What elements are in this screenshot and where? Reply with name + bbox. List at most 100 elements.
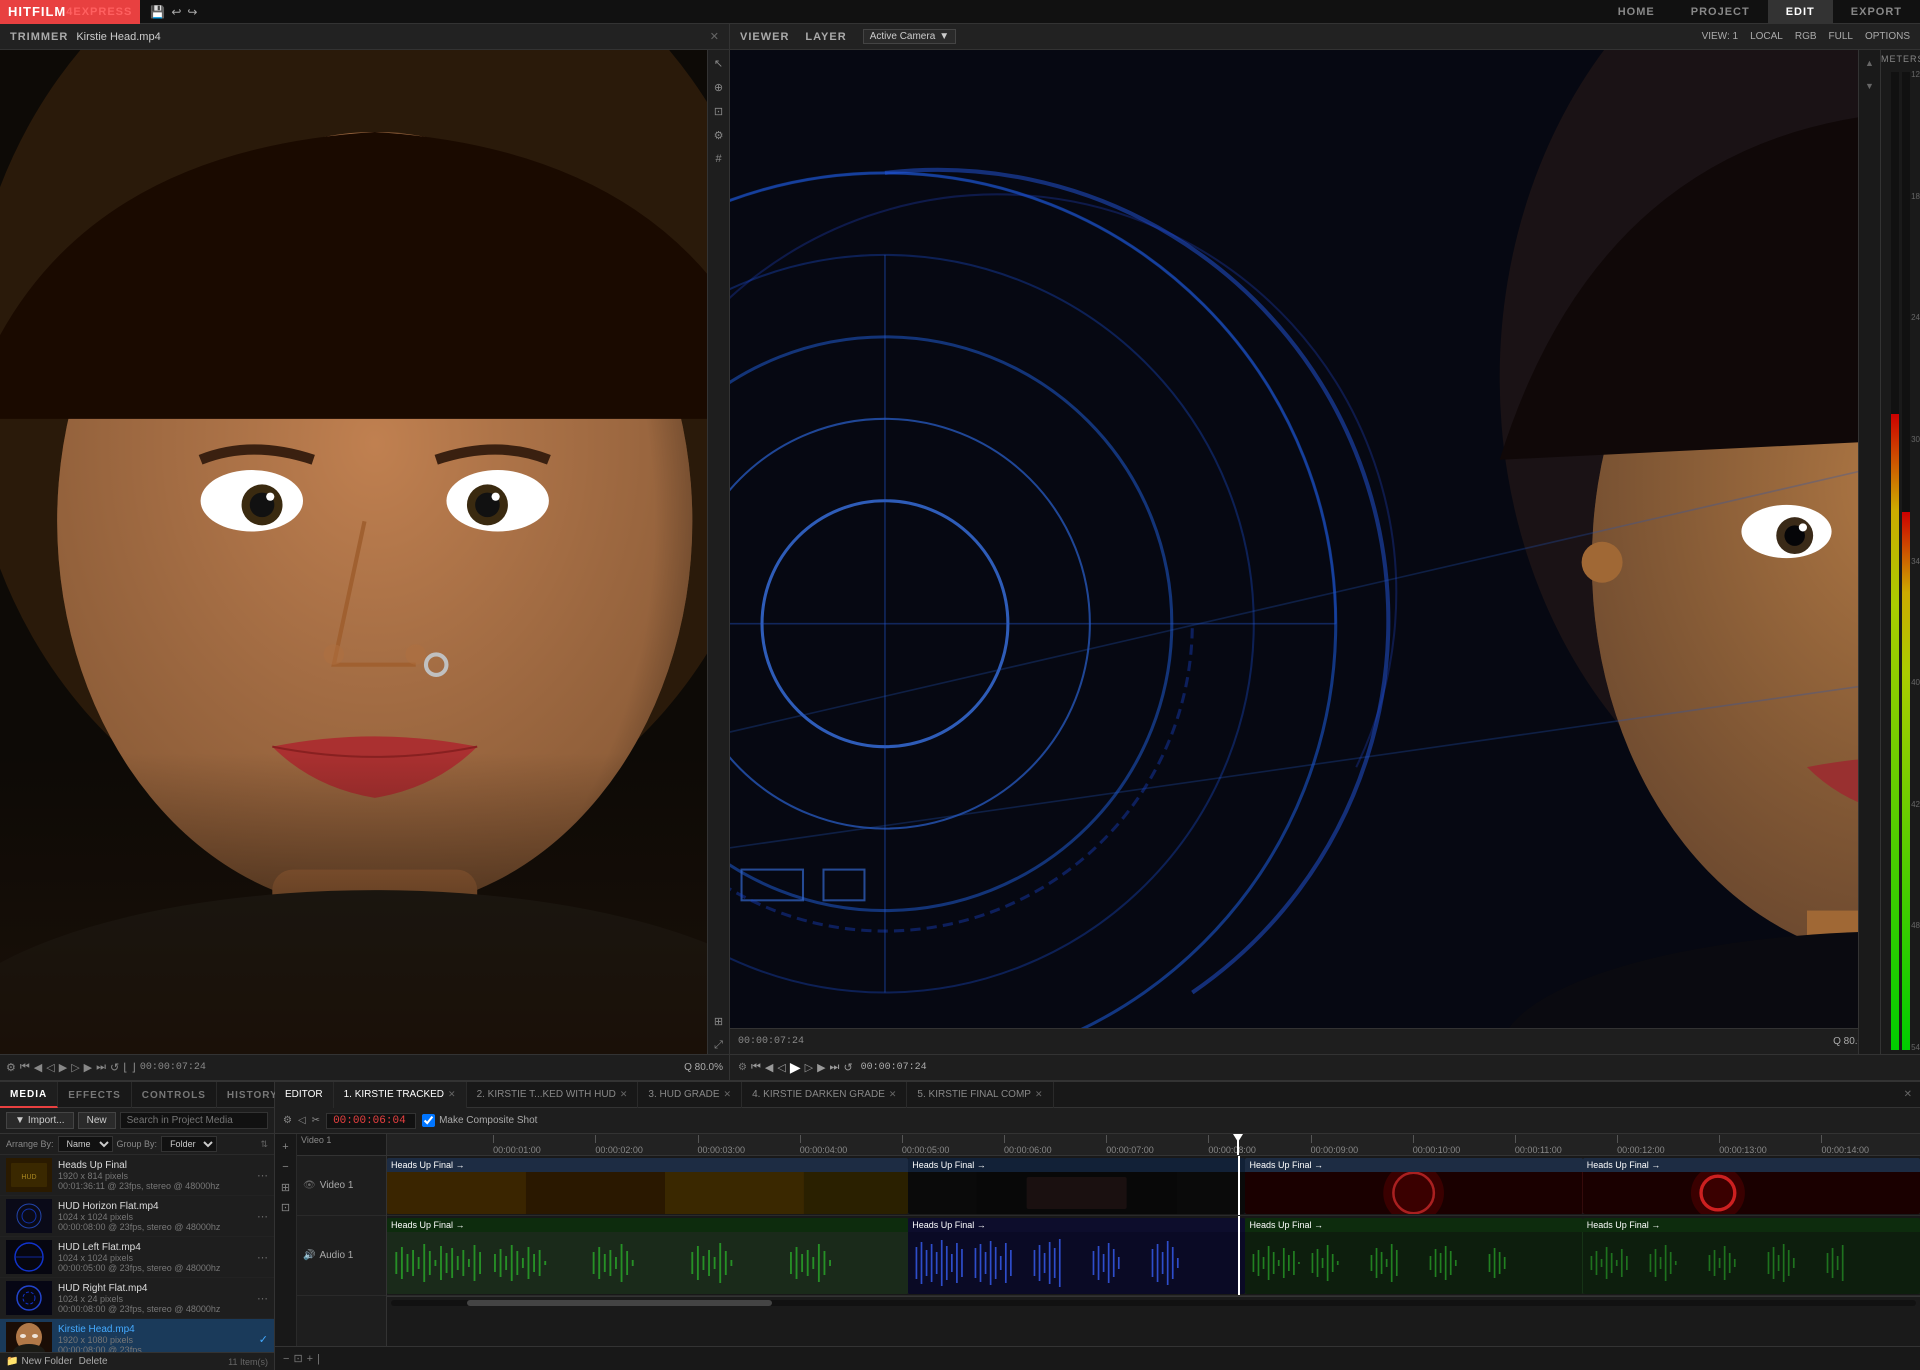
play-back-icon[interactable]: ⏮ <box>20 1061 30 1074</box>
new-folder-button[interactable]: 📁 New Folder <box>6 1356 73 1367</box>
tab5-close-icon[interactable]: ✕ <box>1035 1089 1043 1100</box>
editor-timecode-input[interactable] <box>326 1113 416 1129</box>
mode-option[interactable]: RGB <box>1795 31 1817 42</box>
video-mute-icon[interactable]: 👁 <box>303 1180 316 1191</box>
audio-clip-1[interactable]: Heads Up Final → <box>387 1218 908 1294</box>
arrange-by-select[interactable]: Name <box>58 1136 113 1152</box>
timeline-horizontal-scrollbar[interactable] <box>387 1296 1920 1308</box>
transform-tool-icon[interactable]: ⊕ <box>710 78 728 96</box>
size-option[interactable]: FULL <box>1829 31 1853 42</box>
redo-icon[interactable]: ↪ <box>187 5 197 19</box>
viewer-options-icon[interactable]: ⚙ <box>738 1062 747 1073</box>
nav-edit[interactable]: EDIT <box>1768 0 1833 24</box>
timeline-scroll-area[interactable]: 00:00:01:00 00:00:02:00 00:00:03:00 <box>387 1134 1920 1346</box>
scroll-thumb[interactable] <box>467 1300 772 1306</box>
viewer-play-back-icon[interactable]: ⏮ <box>751 1061 761 1074</box>
prev-icon[interactable]: ◁ <box>46 1061 54 1074</box>
media-item-options-icon[interactable]: ⋯ <box>257 1292 268 1305</box>
mark-in-icon[interactable]: ⌊ <box>123 1061 127 1074</box>
viewer-ctrl-2[interactable]: ▼ <box>1861 77 1879 95</box>
editor-tab-editor[interactable]: EDITOR <box>275 1082 334 1108</box>
viewer-loop-icon[interactable]: ↺ <box>843 1061 852 1074</box>
viewer-ctrl-1[interactable]: ▲ <box>1861 54 1879 72</box>
layer-tab-title[interactable]: LAYER <box>805 31 846 43</box>
nav-home[interactable]: HOME <box>1600 0 1673 24</box>
viewer-next-icon[interactable]: ▷ <box>805 1061 813 1074</box>
sidebar-remove-track[interactable]: − <box>277 1158 295 1176</box>
audio-clip-4[interactable]: Heads Up Final → <box>1583 1218 1920 1294</box>
tl-mark-icon[interactable]: | <box>317 1353 320 1365</box>
editor-tab-3[interactable]: 3. HUD GRADE ✕ <box>638 1082 742 1108</box>
audio-clip-3[interactable]: Heads Up Final → <box>1245 1218 1582 1294</box>
transport-options-icon[interactable]: ⚙ <box>283 1115 292 1126</box>
razor-icon[interactable]: ✂ <box>312 1115 320 1126</box>
tab-effects[interactable]: EFFECTS <box>58 1082 132 1108</box>
sidebar-snap[interactable]: ⊞ <box>277 1178 295 1196</box>
delete-button[interactable]: Delete <box>79 1356 108 1367</box>
sidebar-link[interactable]: ⊡ <box>277 1198 295 1216</box>
tl-fit-icon[interactable]: ⊡ <box>293 1352 302 1365</box>
settings-tool-icon[interactable]: ⚙ <box>710 126 728 144</box>
editor-panel-close[interactable]: ✕ <box>1904 1089 1912 1100</box>
composite-checkbox[interactable] <box>422 1114 435 1127</box>
media-item[interactable]: HUD Heads Up Final 1920 x 814 pixels 00:… <box>0 1155 274 1196</box>
viewer-frame-fwd-icon[interactable]: ▶ <box>817 1061 825 1074</box>
nav-export[interactable]: EXPORT <box>1833 0 1920 24</box>
tab3-close-icon[interactable]: ✕ <box>724 1089 732 1100</box>
viewer-play-end-icon[interactable]: ⏭ <box>830 1061 840 1074</box>
viewer-play-icon[interactable]: ▶ <box>790 1059 801 1076</box>
nav-project[interactable]: PROJECT <box>1673 0 1768 24</box>
grid-tool-icon[interactable]: # <box>710 150 728 168</box>
editor-tab-5[interactable]: 5. KIRSTIE FINAL COMP ✕ <box>907 1082 1053 1108</box>
options-icon[interactable]: ⚙ <box>6 1061 16 1074</box>
media-item[interactable]: Kirstie Head.mp4 1920 x 1080 pixels 00:0… <box>0 1319 274 1352</box>
media-item-select-icon[interactable]: ✓ <box>259 1333 268 1346</box>
trimmer-close-icon[interactable]: ✕ <box>710 30 719 43</box>
tab2-close-icon[interactable]: ✕ <box>620 1089 628 1100</box>
sidebar-add-track[interactable]: + <box>277 1138 295 1156</box>
new-button[interactable]: New <box>78 1112 116 1129</box>
audio-clip-2[interactable]: Heads Up Final → <box>908 1218 1245 1294</box>
save-icon[interactable]: 💾 <box>150 5 165 19</box>
import-button[interactable]: ▼ Import... <box>6 1112 74 1129</box>
view-option[interactable]: VIEW: 1 <box>1702 31 1739 42</box>
ripple-icon[interactable]: ◁ <box>298 1115 306 1126</box>
media-item-options-icon[interactable]: ⋯ <box>257 1251 268 1264</box>
media-item-options-icon[interactable]: ⋯ <box>257 1169 268 1182</box>
pointer-tool-icon[interactable]: ↖ <box>710 54 728 72</box>
audio-mute-icon[interactable]: 🔊 <box>303 1250 315 1261</box>
fit-tool-icon[interactable]: ⊞ <box>710 1012 728 1030</box>
viewer-tab-title[interactable]: VIEWER <box>740 31 789 43</box>
video-clip-4[interactable]: Heads Up Final → <box>1583 1158 1920 1214</box>
play-icon[interactable]: ▶ <box>59 1061 67 1074</box>
media-item[interactable]: HUD Horizon Flat.mp4 1024 x 1024 pixels … <box>0 1196 274 1237</box>
video-clip-2[interactable]: Heads Up Final → <box>908 1158 1245 1214</box>
undo-icon[interactable]: ↩ <box>171 5 181 19</box>
group-by-select[interactable]: Folder <box>161 1136 217 1152</box>
tab4-close-icon[interactable]: ✕ <box>889 1089 897 1100</box>
viewer-frame-back-icon[interactable]: ◀ <box>765 1061 773 1074</box>
play-end-icon[interactable]: ⏭ <box>96 1061 106 1074</box>
video-clip-1[interactable]: Heads Up Final → <box>387 1158 908 1214</box>
tl-zoom-in-icon[interactable]: + <box>307 1353 313 1365</box>
video-clip-3[interactable]: Heads Up Final → <box>1245 1158 1582 1214</box>
space-option[interactable]: LOCAL <box>1750 31 1783 42</box>
mark-out-icon[interactable]: ⌋ <box>132 1061 136 1074</box>
media-item[interactable]: HUD Right Flat.mp4 1024 x 24 pixels 00:0… <box>0 1278 274 1319</box>
media-item-options-icon[interactable]: ⋯ <box>257 1210 268 1223</box>
tab-controls[interactable]: CONTROLS <box>132 1082 217 1108</box>
crop-tool-icon[interactable]: ⊡ <box>710 102 728 120</box>
editor-tab-2[interactable]: 2. KIRSTIE T...KED WITH HUD ✕ <box>467 1082 639 1108</box>
next-icon[interactable]: ▷ <box>71 1061 79 1074</box>
composite-checkbox-label[interactable]: Make Composite Shot <box>422 1114 537 1127</box>
editor-tab-1[interactable]: 1. KIRSTIE TRACKED ✕ <box>334 1082 467 1108</box>
sort-icon[interactable]: ⇅ <box>260 1139 268 1150</box>
camera-dropdown[interactable]: Active Camera ▼ <box>863 29 956 44</box>
viewer-prev-icon[interactable]: ◁ <box>777 1061 785 1074</box>
tab1-close-icon[interactable]: ✕ <box>448 1089 456 1100</box>
frame-back-icon[interactable]: ◀ <box>34 1061 42 1074</box>
media-item[interactable]: HUD Left Flat.mp4 1024 x 1024 pixels 00:… <box>0 1237 274 1278</box>
loop-icon[interactable]: ↺ <box>110 1061 119 1074</box>
media-search-input[interactable] <box>120 1112 268 1129</box>
tab-media[interactable]: MEDIA <box>0 1082 58 1108</box>
